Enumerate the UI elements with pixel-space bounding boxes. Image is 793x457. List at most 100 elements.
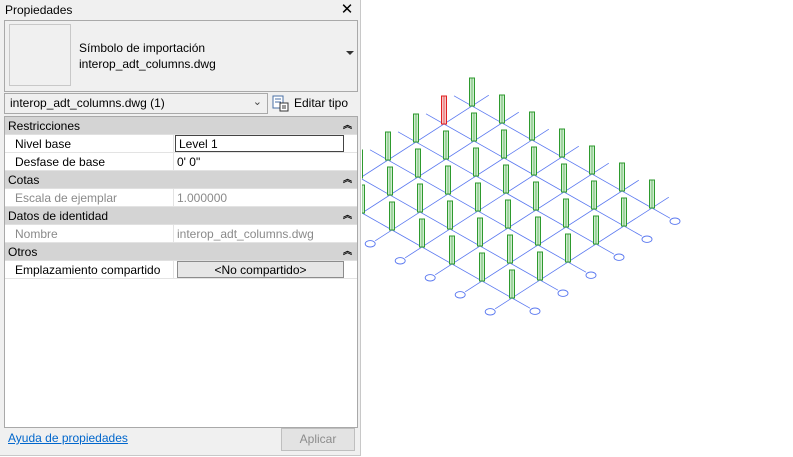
section-label: Otros xyxy=(8,245,38,259)
column[interactable] xyxy=(477,217,483,247)
grid-bubble[interactable] xyxy=(585,271,597,279)
palette-title: Propiedades xyxy=(5,3,73,17)
column[interactable] xyxy=(533,181,539,211)
selected-column[interactable] xyxy=(441,95,447,125)
column[interactable] xyxy=(619,162,625,192)
column[interactable] xyxy=(509,269,515,299)
property-row-emplazamiento[interactable]: Emplazamiento compartido <No compartido> xyxy=(5,261,357,279)
column[interactable] xyxy=(362,149,363,179)
instance-filter-dropdown[interactable]: interop_adt_columns.dwg (1) ⌄ xyxy=(4,93,268,114)
grid-bubble[interactable] xyxy=(557,289,569,297)
column[interactable] xyxy=(621,197,627,227)
property-row-escala: Escala de ejemplar 1.000000 xyxy=(5,189,357,207)
column[interactable] xyxy=(387,166,393,196)
collapse-icon[interactable]: ︽ xyxy=(343,244,352,257)
nombre-value: interop_adt_columns.dwg xyxy=(177,227,314,241)
nivel-base-field[interactable]: Level 1 xyxy=(175,135,344,152)
column[interactable] xyxy=(449,235,455,265)
column[interactable] xyxy=(563,198,569,228)
column[interactable] xyxy=(473,147,479,177)
column[interactable] xyxy=(589,145,595,175)
properties-grid: Restricciones ︽ Nivel base Level 1 Desfa… xyxy=(4,116,358,428)
edit-type-label: Editar tipo xyxy=(294,96,349,110)
grid-bubble[interactable] xyxy=(454,291,466,299)
drawing-viewport[interactable] xyxy=(362,0,793,457)
instance-filter-value: interop_adt_columns.dwg (1) xyxy=(10,96,165,110)
section-otros[interactable]: Otros ︽ xyxy=(5,243,357,261)
grid-bubble[interactable] xyxy=(394,257,406,265)
property-key: Emplazamiento compartido xyxy=(15,263,161,277)
close-icon[interactable]: ✕ xyxy=(340,0,354,19)
column[interactable] xyxy=(499,94,505,124)
column[interactable] xyxy=(559,128,565,158)
property-key: Escala de ejemplar xyxy=(15,191,118,205)
column[interactable] xyxy=(565,233,571,263)
escala-value: 1.000000 xyxy=(177,191,228,205)
column[interactable] xyxy=(531,146,537,176)
collapse-icon[interactable]: ︽ xyxy=(343,208,352,221)
column[interactable] xyxy=(561,163,567,193)
column[interactable] xyxy=(385,131,391,161)
property-key: Desfase de base xyxy=(15,155,106,169)
column[interactable] xyxy=(443,130,449,160)
column[interactable] xyxy=(415,148,421,178)
grid-line xyxy=(362,111,520,214)
column[interactable] xyxy=(505,199,511,229)
edit-type-button[interactable]: Editar tipo xyxy=(270,93,356,113)
column[interactable] xyxy=(413,113,419,143)
column[interactable] xyxy=(445,165,451,195)
imported-columns[interactable] xyxy=(362,77,655,299)
column-shaft[interactable] xyxy=(362,184,365,214)
column[interactable] xyxy=(479,252,485,282)
column[interactable] xyxy=(469,77,475,107)
grid-bubbles[interactable] xyxy=(362,207,681,316)
column[interactable] xyxy=(535,216,541,246)
grid-bubble[interactable] xyxy=(529,307,541,315)
property-row-desfase-base[interactable]: Desfase de base 0' 0" xyxy=(5,153,357,171)
column[interactable] xyxy=(417,183,423,213)
help-link[interactable]: Ayuda de propiedades xyxy=(8,431,128,445)
column[interactable] xyxy=(529,111,535,141)
column[interactable] xyxy=(419,218,425,248)
column[interactable] xyxy=(447,200,453,230)
column-shaft[interactable] xyxy=(362,149,363,179)
dropdown-arrow-icon[interactable] xyxy=(346,51,354,55)
type-selector[interactable]: Símbolo de importación interop_adt_colum… xyxy=(4,20,358,92)
grid-line xyxy=(362,212,531,309)
type-family-label: Símbolo de importación xyxy=(79,41,206,55)
apply-button[interactable]: Aplicar xyxy=(281,428,355,451)
section-restricciones[interactable]: Restricciones ︽ xyxy=(5,117,357,135)
section-identidad[interactable]: Datos de identidad ︽ xyxy=(5,207,357,225)
grid-bubble[interactable] xyxy=(641,235,653,243)
edit-type-icon xyxy=(272,95,289,112)
column[interactable] xyxy=(471,112,477,142)
column[interactable] xyxy=(501,129,507,159)
collapse-icon[interactable]: ︽ xyxy=(343,118,352,131)
grid-bubble[interactable] xyxy=(484,308,496,316)
grid-bubble[interactable] xyxy=(364,240,376,248)
shared-site-button[interactable]: <No compartido> xyxy=(177,261,344,278)
grid-line xyxy=(464,179,640,293)
grid-bubble[interactable] xyxy=(424,274,436,282)
grid-line xyxy=(494,196,670,310)
section-label: Datos de identidad xyxy=(8,209,109,223)
column[interactable] xyxy=(362,184,365,214)
grid-bubble[interactable] xyxy=(613,253,625,261)
column[interactable] xyxy=(591,180,597,210)
grid-line xyxy=(434,162,610,276)
column[interactable] xyxy=(507,234,513,264)
properties-palette: Propiedades ✕ Símbolo de importación int… xyxy=(0,0,361,456)
collapse-icon[interactable]: ︽ xyxy=(343,172,352,185)
column[interactable] xyxy=(503,164,509,194)
grid-bubble[interactable] xyxy=(669,217,681,225)
chevron-down-icon[interactable]: ⌄ xyxy=(253,95,262,108)
section-cotas[interactable]: Cotas ︽ xyxy=(5,171,357,189)
desfase-base-value[interactable]: 0' 0" xyxy=(177,155,349,169)
property-row-nivel-base[interactable]: Nivel base Level 1 xyxy=(5,135,357,153)
type-preview-thumbnail xyxy=(9,24,71,86)
column[interactable] xyxy=(389,201,395,231)
column[interactable] xyxy=(649,179,655,209)
column[interactable] xyxy=(537,251,543,281)
column[interactable] xyxy=(475,182,481,212)
column[interactable] xyxy=(593,215,599,245)
